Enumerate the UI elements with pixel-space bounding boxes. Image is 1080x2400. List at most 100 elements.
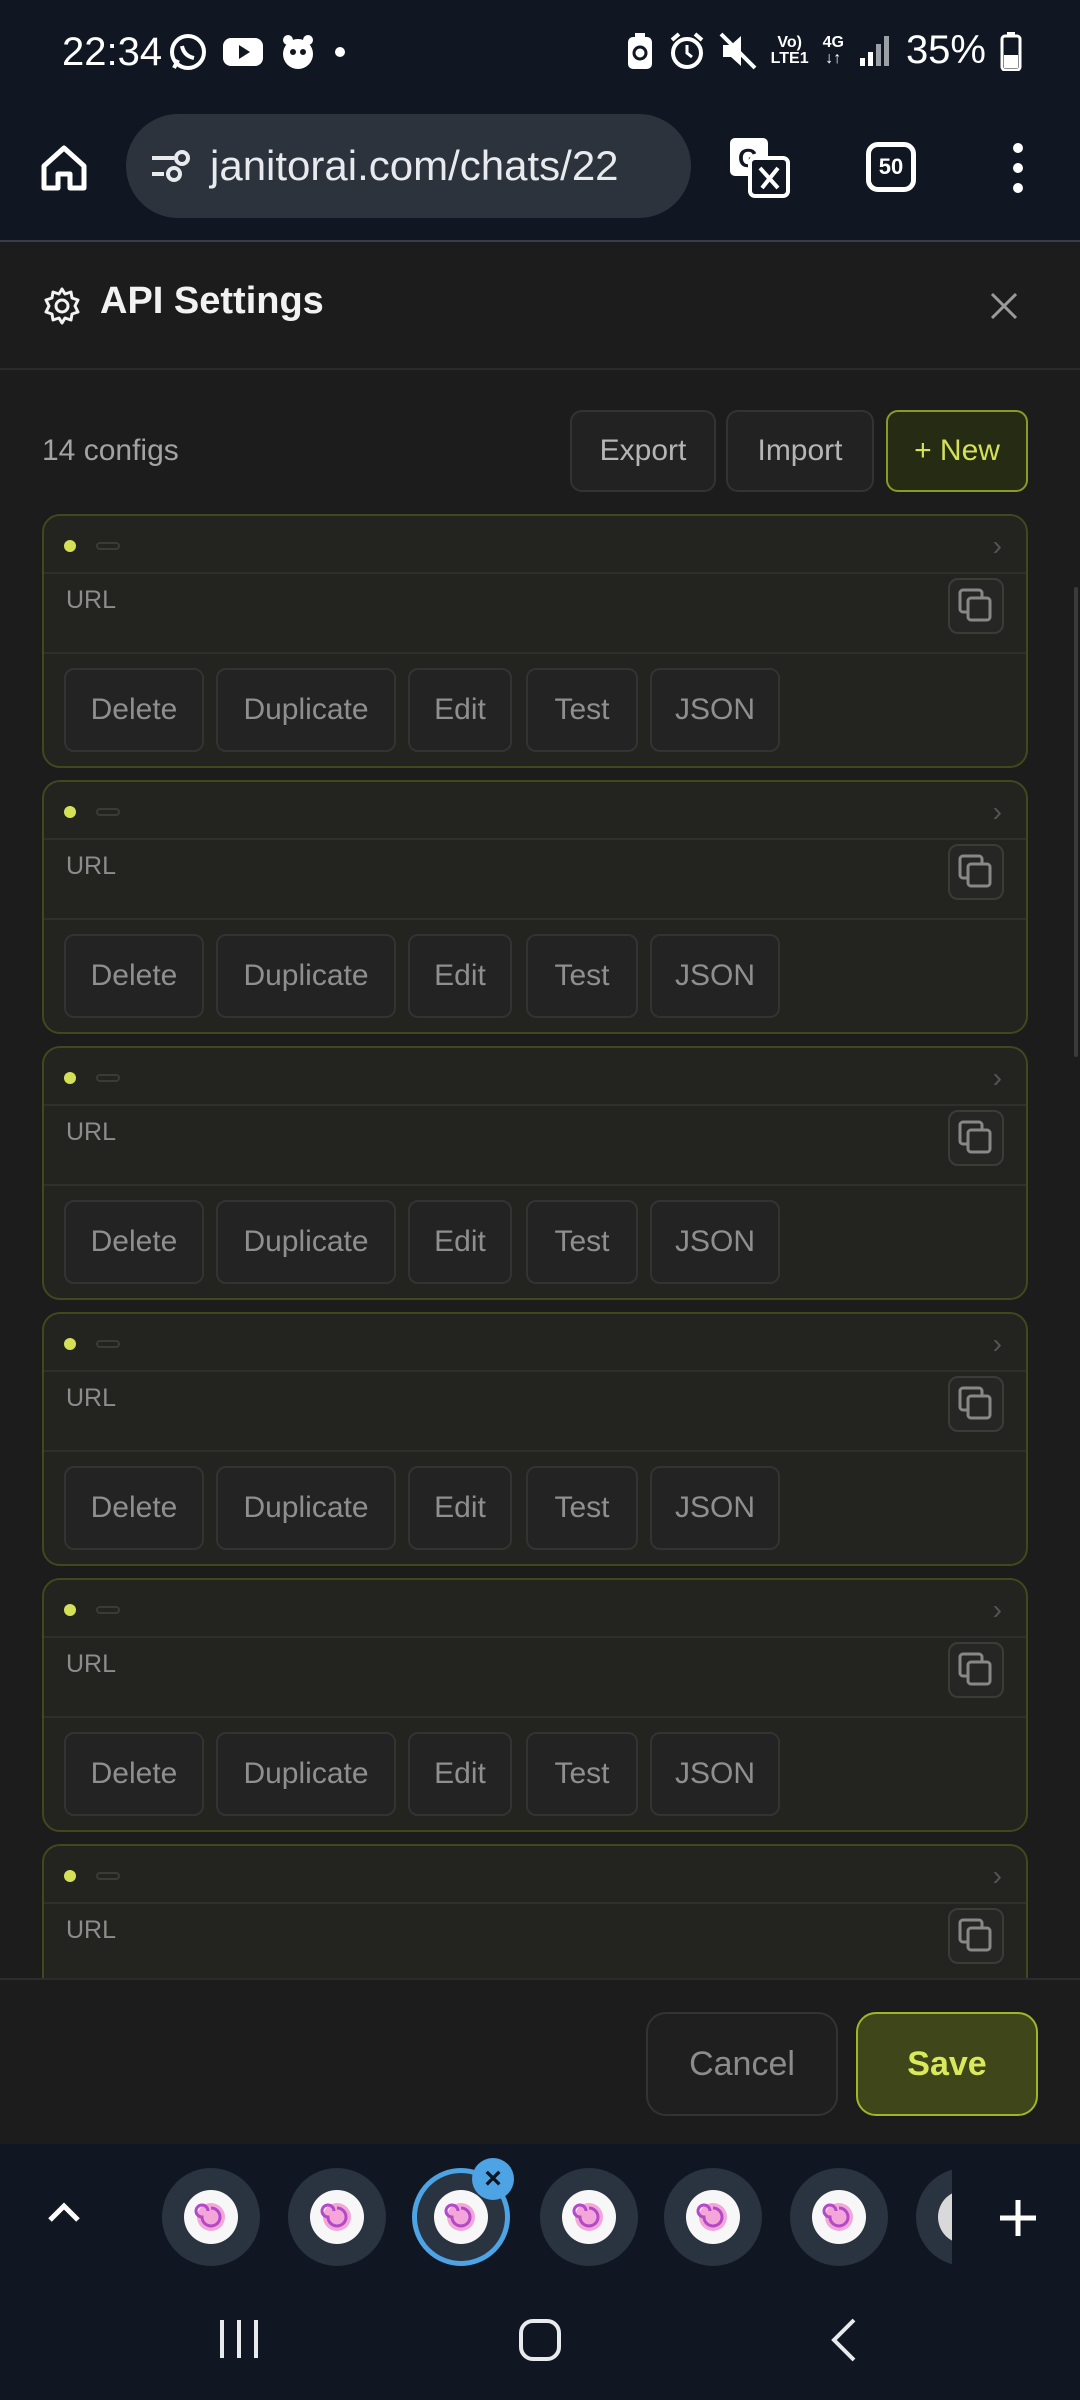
delete-button[interactable]: Delete xyxy=(64,934,204,1018)
cancel-button[interactable]: Cancel xyxy=(646,2012,838,2116)
tab-thumbnail[interactable] xyxy=(288,2168,386,2266)
config-toolbar: 14 configs Export Import + New xyxy=(0,410,1080,494)
duplicate-button[interactable]: Duplicate xyxy=(216,668,396,752)
config-card[interactable]: › URL Delete Duplicate Edit Test JSON xyxy=(42,1578,1028,1832)
export-button[interactable]: Export xyxy=(570,410,716,492)
copy-button[interactable] xyxy=(948,1376,1004,1432)
json-button[interactable]: JSON xyxy=(650,1200,780,1284)
duplicate-button[interactable]: Duplicate xyxy=(216,934,396,1018)
translate-icon[interactable]: G xyxy=(726,134,792,200)
tab-thumbnail[interactable] xyxy=(790,2168,888,2266)
recent-apps-icon[interactable] xyxy=(214,2318,264,2360)
tab-switcher-button[interactable]: 50 xyxy=(866,142,916,192)
save-button[interactable]: Save xyxy=(856,2012,1038,2116)
browser-tab-strip: × xyxy=(0,2144,1080,2278)
config-card-header[interactable]: › xyxy=(44,1846,1026,1904)
new-config-button[interactable]: + New xyxy=(886,410,1028,492)
config-card-header[interactable]: › xyxy=(44,782,1026,840)
test-button[interactable]: Test xyxy=(526,934,638,1018)
config-card[interactable]: › URL Delete Duplicate Edit Test JSON xyxy=(42,780,1028,1034)
address-bar[interactable]: janitorai.com/chats/22 xyxy=(126,114,691,218)
copy-icon xyxy=(958,588,992,622)
home-nav-icon[interactable] xyxy=(518,2318,562,2362)
config-card-header[interactable]: › xyxy=(44,1314,1026,1372)
close-icon[interactable] xyxy=(984,286,1024,326)
json-button[interactable]: JSON xyxy=(650,1466,780,1550)
edit-button[interactable]: Edit xyxy=(408,1466,512,1550)
battery-percent: 35% xyxy=(905,28,986,72)
tab-thumbnail[interactable] xyxy=(162,2168,260,2266)
url-label: URL xyxy=(66,1916,117,1944)
duplicate-button[interactable]: Duplicate xyxy=(216,1200,396,1284)
test-button[interactable]: Test xyxy=(526,1732,638,1816)
tab-thumbnail[interactable] xyxy=(664,2168,762,2266)
edit-button[interactable]: Edit xyxy=(408,1732,512,1816)
card-divider xyxy=(44,1184,1026,1186)
edit-button[interactable]: Edit xyxy=(408,1200,512,1284)
add-tab-icon[interactable] xyxy=(996,2196,1040,2240)
config-card-header[interactable]: › xyxy=(44,1580,1026,1638)
site-favicon-icon xyxy=(444,2203,475,2231)
json-button[interactable]: JSON xyxy=(650,934,780,1018)
signal-icon xyxy=(859,35,889,66)
volte-indicator: Vo) LTE1 xyxy=(770,33,809,67)
copy-icon xyxy=(958,854,992,888)
chevron-right-icon: › xyxy=(992,1328,1002,1359)
copy-button[interactable] xyxy=(948,844,1004,900)
home-icon[interactable] xyxy=(36,140,92,196)
config-name-placeholder xyxy=(96,1340,120,1348)
whatsapp-icon xyxy=(170,34,206,70)
scrollbar-thumb[interactable] xyxy=(1074,587,1078,1057)
tab-count: 50 xyxy=(878,154,904,179)
delete-button[interactable]: Delete xyxy=(64,1732,204,1816)
config-card[interactable]: › URL Delete Duplicate Edit Test JSON xyxy=(42,514,1028,768)
copy-icon xyxy=(958,1652,992,1686)
active-dot xyxy=(64,806,76,818)
delete-button[interactable]: Delete xyxy=(64,1200,204,1284)
chevron-right-icon: › xyxy=(992,796,1002,827)
site-favicon-icon xyxy=(696,2203,727,2231)
close-tab-icon[interactable]: × xyxy=(472,2158,514,2200)
test-button[interactable]: Test xyxy=(526,1200,638,1284)
edit-button[interactable]: Edit xyxy=(408,934,512,1018)
url-label: URL xyxy=(66,1118,117,1146)
json-button[interactable]: JSON xyxy=(650,668,780,752)
delete-button[interactable]: Delete xyxy=(64,668,204,752)
copy-icon xyxy=(958,1386,992,1420)
notification-icons xyxy=(168,32,348,72)
config-card[interactable]: › URL Delete Duplicate Edit Test JSON xyxy=(42,1046,1028,1300)
json-button[interactable]: JSON xyxy=(650,1732,780,1816)
duplicate-button[interactable]: Duplicate xyxy=(216,1732,396,1816)
data-indicator: 4G ↓↑ xyxy=(822,33,844,67)
config-card[interactable]: › URL Delete Duplicate Edit Test JSON xyxy=(42,1312,1028,1566)
copy-button[interactable] xyxy=(948,1642,1004,1698)
copy-icon xyxy=(958,1120,992,1154)
import-button[interactable]: Import xyxy=(726,410,874,492)
back-icon[interactable] xyxy=(826,2316,860,2364)
duplicate-button[interactable]: Duplicate xyxy=(216,1466,396,1550)
more-vert-icon[interactable] xyxy=(1000,138,1036,198)
test-button[interactable]: Test xyxy=(526,1466,638,1550)
test-button[interactable]: Test xyxy=(526,668,638,752)
config-card-header[interactable]: › xyxy=(44,516,1026,574)
copy-button[interactable] xyxy=(948,1908,1004,1964)
tab-thumbnail-partial[interactable] xyxy=(916,2168,952,2266)
copy-button[interactable] xyxy=(948,1110,1004,1166)
config-name-placeholder xyxy=(96,1606,120,1614)
active-dot xyxy=(64,1870,76,1882)
system-nav-bar xyxy=(0,2278,1080,2400)
tab-thumbnail[interactable] xyxy=(540,2168,638,2266)
browser-toolbar: janitorai.com/chats/22 G 50 xyxy=(0,108,1080,240)
url-label: URL xyxy=(66,1384,117,1412)
battery-icon xyxy=(1000,31,1022,71)
modal-title: API Settings xyxy=(100,280,324,322)
url-label: URL xyxy=(66,852,117,880)
chevron-up-icon[interactable] xyxy=(44,2196,84,2226)
edit-button[interactable]: Edit xyxy=(408,668,512,752)
copy-button[interactable] xyxy=(948,578,1004,634)
active-dot xyxy=(64,1604,76,1616)
active-dot xyxy=(64,1338,76,1350)
more-notifications-dot-icon xyxy=(335,47,345,57)
delete-button[interactable]: Delete xyxy=(64,1466,204,1550)
config-card-header[interactable]: › xyxy=(44,1048,1026,1106)
